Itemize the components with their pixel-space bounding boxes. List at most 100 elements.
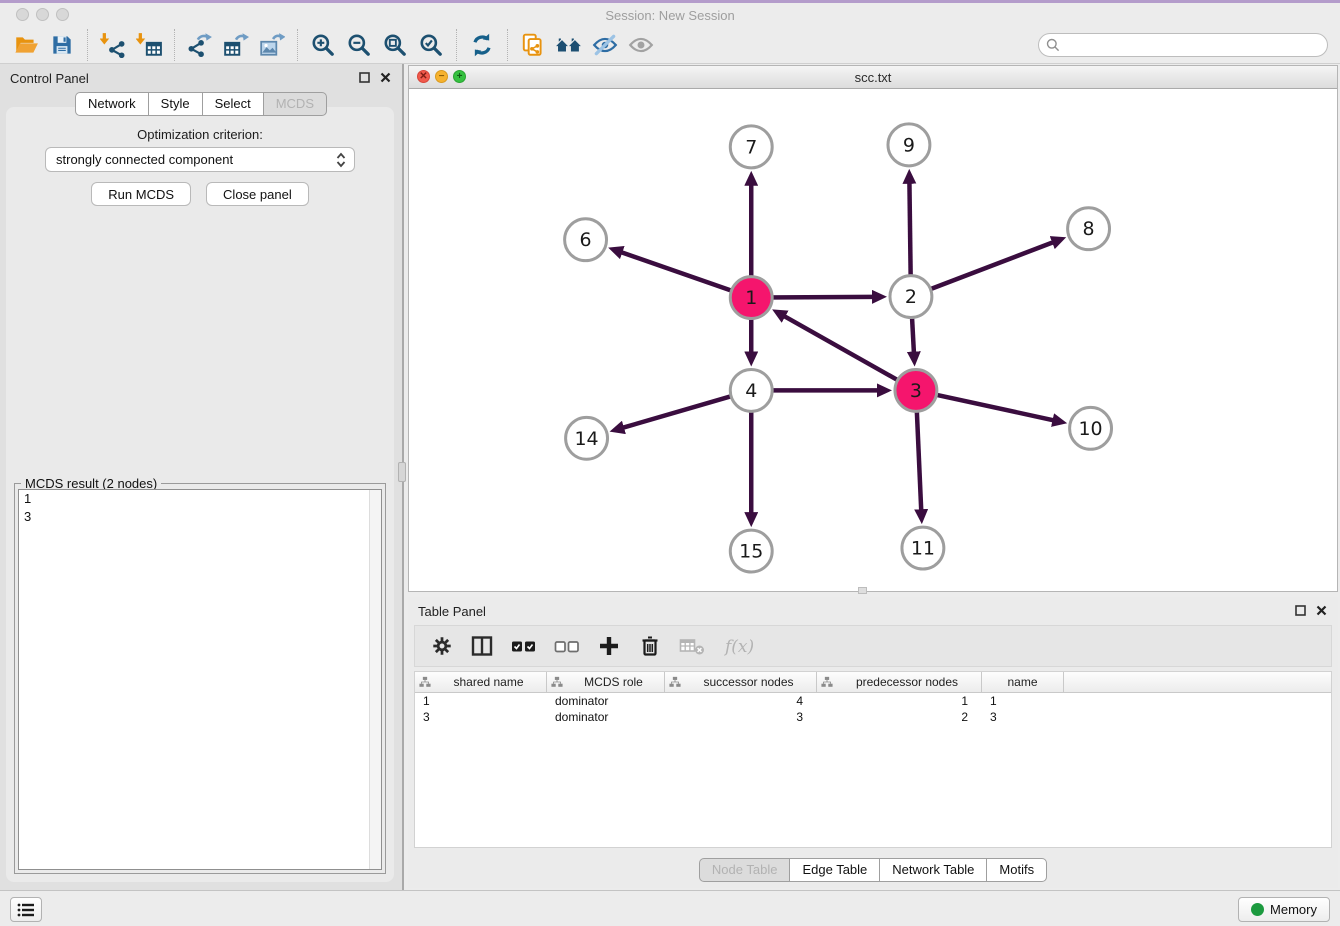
column-header-shared-name[interactable]: shared name [415, 672, 547, 692]
search-icon [1046, 38, 1060, 52]
tab-mcds[interactable]: MCDS [263, 92, 327, 116]
svg-text:3: 3 [910, 380, 922, 402]
table-toolbar: f(x) [414, 625, 1332, 667]
graph-edge-3-10[interactable] [918, 391, 1054, 420]
graph-node-1[interactable]: 1 [730, 277, 772, 319]
graph-node-14[interactable]: 14 [566, 417, 608, 459]
table-options-icon[interactable] [431, 635, 453, 657]
mcds-result-line: 3 [19, 508, 381, 526]
tab-edge-table[interactable]: Edge Table [789, 858, 879, 882]
select-all-rows-icon[interactable] [511, 635, 537, 657]
search-input[interactable] [1038, 33, 1328, 57]
node-table[interactable]: shared nameMCDS rolesuccessor nodesprede… [414, 671, 1332, 848]
graph-edge-2-8[interactable] [913, 242, 1053, 296]
hide-selected-icon[interactable] [587, 28, 623, 62]
column-header-successor-nodes[interactable]: successor nodes [665, 672, 817, 692]
import-table-icon[interactable] [131, 28, 167, 62]
graph-node-15[interactable]: 15 [730, 530, 772, 572]
export-network-icon[interactable] [182, 28, 218, 62]
main-toolbar [0, 26, 1340, 64]
graph-node-9[interactable]: 9 [888, 124, 930, 166]
result-scrollbar[interactable] [369, 490, 381, 869]
deselect-all-rows-icon[interactable] [554, 635, 580, 657]
toolbar-search [1038, 33, 1328, 57]
graph-node-11[interactable]: 11 [902, 527, 944, 569]
float-panel-icon[interactable] [358, 71, 371, 84]
network-canvas[interactable]: 7 9 6 8 1 2 4 3 14 10 15 11 [409, 89, 1337, 591]
close-panel-icon[interactable] [379, 71, 392, 84]
export-image-icon[interactable] [254, 28, 290, 62]
column-header-name[interactable]: name [982, 672, 1064, 692]
first-neighbors-icon[interactable] [551, 28, 587, 62]
graph-node-8[interactable]: 8 [1068, 208, 1110, 250]
criterion-dropdown-value: strongly connected component [56, 152, 233, 167]
delete-table-icon[interactable] [679, 635, 707, 657]
panel-splitter-handle[interactable] [398, 462, 406, 482]
table-row[interactable]: 3dominator323 [415, 709, 1331, 725]
table-cell[interactable]: 3 [665, 709, 817, 725]
toolbar-separator [174, 29, 175, 61]
graph-node-10[interactable]: 10 [1070, 407, 1112, 449]
criterion-dropdown[interactable]: strongly connected component [45, 147, 355, 172]
network-graph[interactable]: 7 9 6 8 1 2 4 3 14 10 15 11 [409, 89, 1337, 591]
column-header-MCDS-role[interactable]: MCDS role [547, 672, 665, 692]
table-cell[interactable]: 3 [982, 709, 1064, 725]
float-table-panel-icon[interactable] [1294, 604, 1307, 617]
column-header-predecessor-nodes[interactable]: predecessor nodes [817, 672, 982, 692]
svg-text:11: 11 [911, 538, 935, 560]
view-splitter-handle[interactable] [858, 587, 867, 594]
graph-node-6[interactable]: 6 [565, 219, 607, 261]
show-all-icon[interactable] [623, 28, 659, 62]
control-panel: Control Panel NetworkStyleSelectMCDS Opt… [0, 64, 404, 890]
close-panel-button[interactable]: Close panel [206, 182, 309, 206]
mcds-result-line: 1 [19, 490, 381, 508]
table-cell[interactable]: 3 [415, 709, 547, 725]
toolbar-separator [87, 29, 88, 61]
memory-button[interactable]: Memory [1238, 897, 1330, 922]
table-cell[interactable]: 1 [982, 693, 1064, 709]
save-session-icon[interactable] [44, 28, 80, 62]
mcds-panel: Optimization criterion: strongly connect… [6, 107, 394, 882]
tab-network-table[interactable]: Network Table [879, 858, 986, 882]
zoom-out-icon[interactable] [341, 28, 377, 62]
table-cell[interactable]: 1 [415, 693, 547, 709]
import-network-icon[interactable] [95, 28, 131, 62]
show-column-panel-icon[interactable] [470, 634, 494, 658]
graph-node-4[interactable]: 4 [730, 369, 772, 411]
graph-node-7[interactable]: 7 [730, 126, 772, 168]
table-panel-header: Table Panel [408, 597, 1338, 625]
graph-edge-3-1[interactable] [784, 316, 914, 389]
svg-text:14: 14 [575, 428, 599, 450]
graph-node-3[interactable]: 3 [895, 369, 937, 411]
run-mcds-button[interactable]: Run MCDS [91, 182, 191, 206]
network-view-window: ✕ − + scc.txt 7 9 6 8 1 2 4 3 14 10 15 11 [408, 65, 1338, 592]
zoom-fit-icon[interactable] [377, 28, 413, 62]
function-builder-icon[interactable]: f(x) [724, 634, 760, 658]
clone-network-icon[interactable] [515, 28, 551, 62]
network-window-titlebar[interactable]: ✕ − + scc.txt [409, 66, 1337, 89]
table-row[interactable]: 1dominator411 [415, 693, 1331, 709]
graph-node-2[interactable]: 2 [890, 276, 932, 318]
zoom-selected-icon[interactable] [413, 28, 449, 62]
tab-motifs[interactable]: Motifs [986, 858, 1047, 882]
mcds-result-area[interactable]: 13 [18, 489, 382, 870]
svg-text:7: 7 [745, 136, 757, 158]
tab-network[interactable]: Network [75, 92, 148, 116]
table-cell[interactable]: dominator [547, 693, 665, 709]
close-table-panel-icon[interactable] [1315, 604, 1328, 617]
table-cell[interactable]: 2 [817, 709, 982, 725]
network-window-title: scc.txt [409, 70, 1337, 85]
delete-columns-icon[interactable] [638, 634, 662, 658]
apply-layout-icon[interactable] [464, 28, 500, 62]
zoom-in-icon[interactable] [305, 28, 341, 62]
export-table-icon[interactable] [218, 28, 254, 62]
add-column-icon[interactable] [597, 634, 621, 658]
show-panels-button[interactable] [10, 897, 42, 922]
table-cell[interactable]: 4 [665, 693, 817, 709]
table-cell[interactable]: 1 [817, 693, 982, 709]
table-cell[interactable]: dominator [547, 709, 665, 725]
tab-select[interactable]: Select [202, 92, 263, 116]
tab-style[interactable]: Style [148, 92, 202, 116]
open-session-icon[interactable] [8, 28, 44, 62]
tab-node-table[interactable]: Node Table [699, 858, 790, 882]
